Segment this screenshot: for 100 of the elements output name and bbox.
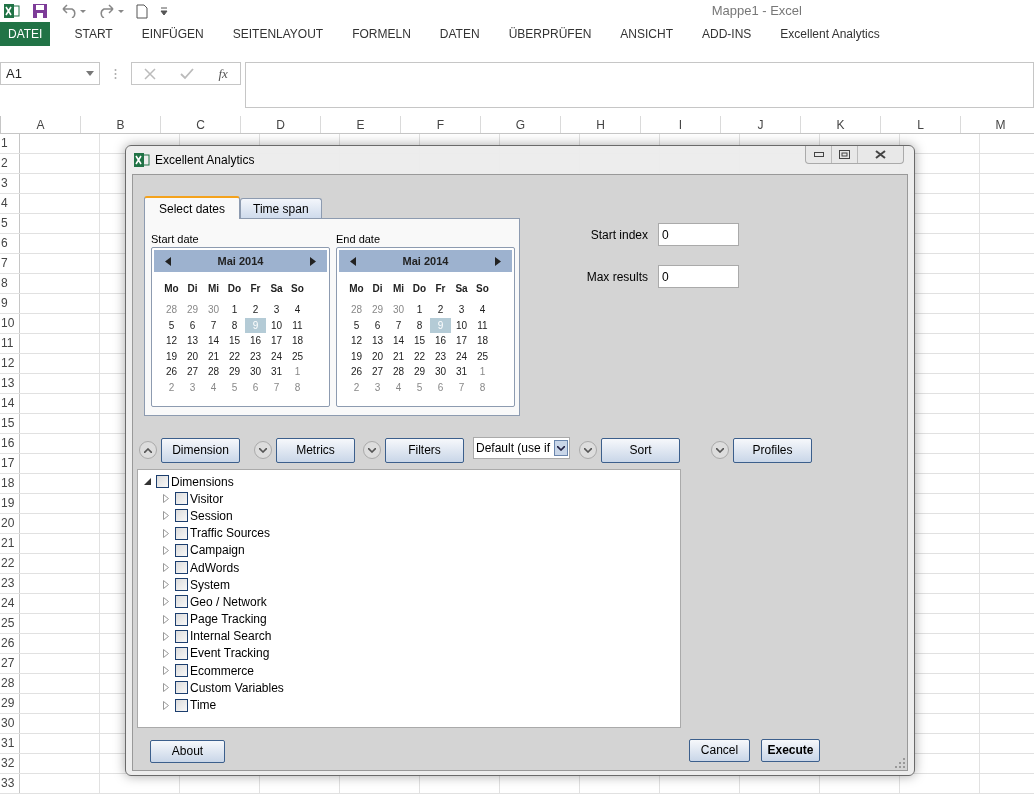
calendar-day[interactable]: 30 xyxy=(388,302,409,318)
calendar-day[interactable]: 22 xyxy=(409,348,430,364)
undo-icon[interactable] xyxy=(60,4,86,18)
formula-input[interactable] xyxy=(245,62,1034,108)
calendar-day[interactable]: 1 xyxy=(224,302,245,318)
calendar-day[interactable]: 6 xyxy=(245,379,266,395)
new-document-icon[interactable] xyxy=(136,3,148,19)
calendar-day[interactable]: 8 xyxy=(287,379,308,395)
calendar-day[interactable]: 16 xyxy=(245,333,266,349)
calendar-day[interactable]: 18 xyxy=(287,333,308,349)
text-field[interactable]: 0 xyxy=(658,265,739,288)
checkbox[interactable] xyxy=(175,646,188,660)
dropdown-icon[interactable] xyxy=(86,71,94,76)
calendar-day[interactable]: 25 xyxy=(287,348,308,364)
row-header[interactable]: 14 xyxy=(0,394,20,413)
ribbon-tab[interactable]: SEITENLAYOUT xyxy=(224,22,332,46)
section-button[interactable]: Profiles xyxy=(733,437,812,463)
calendar-day[interactable]: 13 xyxy=(367,333,388,349)
calendar-day[interactable]: 17 xyxy=(266,333,287,349)
calendar-day[interactable]: 2 xyxy=(161,379,182,395)
calendar-day[interactable]: 18 xyxy=(472,333,493,349)
calendar-day[interactable]: 10 xyxy=(266,317,287,333)
row-header[interactable]: 12 xyxy=(0,354,20,373)
checkbox[interactable] xyxy=(175,561,188,575)
row-header[interactable]: 3 xyxy=(0,174,20,193)
calendar-day[interactable]: 8 xyxy=(409,317,430,333)
column-header[interactable]: B xyxy=(81,116,161,133)
column-header[interactable]: A xyxy=(1,116,81,133)
calendar-day[interactable]: 22 xyxy=(224,348,245,364)
calendar-day[interactable]: 3 xyxy=(182,379,203,395)
calendar-day[interactable]: 7 xyxy=(451,379,472,395)
row-header[interactable]: 30 xyxy=(0,714,20,733)
tree-item-label[interactable]: Geo / Network xyxy=(190,592,267,611)
expand-button[interactable] xyxy=(579,441,597,459)
calendar-day[interactable]: 3 xyxy=(451,302,472,318)
calendar-day[interactable]: 31 xyxy=(266,364,287,380)
checkbox[interactable] xyxy=(175,681,188,695)
row-header[interactable]: 11 xyxy=(0,334,20,353)
checkbox[interactable] xyxy=(175,578,188,592)
calendar-day[interactable]: 31 xyxy=(451,364,472,380)
tree-item-label[interactable]: Visitor xyxy=(190,489,224,508)
calendar-day[interactable]: 2 xyxy=(430,302,451,318)
ribbon-tab[interactable]: DATEN xyxy=(431,22,488,46)
calendar-day[interactable]: 2 xyxy=(346,379,367,395)
ribbon-tab[interactable]: Excellent Analytics xyxy=(772,22,888,46)
row-header[interactable]: 26 xyxy=(0,634,20,653)
calendar-day[interactable]: 5 xyxy=(346,317,367,333)
calendar-day[interactable]: 10 xyxy=(451,317,472,333)
ribbon-tab[interactable]: DATEI xyxy=(0,22,51,46)
section-button[interactable]: Dimension xyxy=(161,437,240,463)
calendar-day[interactable]: 29 xyxy=(367,302,388,318)
calendar-day[interactable]: 11 xyxy=(472,317,493,333)
row-header[interactable]: 29 xyxy=(0,694,20,713)
calendar-day[interactable]: 12 xyxy=(161,333,182,349)
column-header[interactable]: H xyxy=(561,116,641,133)
tree-item-label[interactable]: AdWords xyxy=(190,558,240,577)
calendar-day[interactable]: 28 xyxy=(388,364,409,380)
row-header[interactable]: 22 xyxy=(0,554,20,573)
calendar-day[interactable]: 28 xyxy=(203,364,224,380)
calendar-day[interactable]: 28 xyxy=(346,302,367,318)
calendar-day[interactable]: 3 xyxy=(266,302,287,318)
tree-item-label[interactable]: Event Tracking xyxy=(190,644,270,663)
checkbox[interactable] xyxy=(175,595,188,609)
calendar-day[interactable]: 30 xyxy=(430,364,451,380)
row-header[interactable]: 18 xyxy=(0,474,20,493)
row-header[interactable]: 10 xyxy=(0,314,20,333)
row-header[interactable]: 2 xyxy=(0,154,20,173)
row-header[interactable]: 6 xyxy=(0,234,20,253)
calendar-day[interactable]: 4 xyxy=(472,302,493,318)
save-icon[interactable] xyxy=(32,3,48,19)
resize-grip-icon[interactable] xyxy=(895,758,905,768)
text-field[interactable]: 0 xyxy=(658,223,739,246)
checkbox[interactable] xyxy=(175,492,188,506)
calendar-day[interactable]: 29 xyxy=(182,302,203,318)
row-header[interactable]: 25 xyxy=(0,614,20,633)
row-header[interactable]: 9 xyxy=(0,294,20,313)
expand-button[interactable] xyxy=(711,441,729,459)
row-header[interactable]: 4 xyxy=(0,194,20,213)
calendar-day[interactable]: 4 xyxy=(203,379,224,395)
calendar-day[interactable]: 28 xyxy=(161,302,182,318)
date-tab[interactable]: Time span xyxy=(240,198,322,218)
expand-button[interactable] xyxy=(363,441,381,459)
redo-icon[interactable] xyxy=(98,4,124,18)
calendar-day[interactable]: 24 xyxy=(451,348,472,364)
tree-item-label[interactable]: Dimensions xyxy=(171,472,234,491)
calendar-day[interactable]: 23 xyxy=(245,348,266,364)
calendar-day[interactable]: 11 xyxy=(287,317,308,333)
calendar-day[interactable]: 14 xyxy=(388,333,409,349)
calendar-day[interactable]: 15 xyxy=(409,333,430,349)
calendar-day[interactable]: 3 xyxy=(367,379,388,395)
check-icon[interactable] xyxy=(180,67,195,80)
calendar-day[interactable]: 4 xyxy=(388,379,409,395)
date-tab[interactable]: Select dates xyxy=(144,196,241,219)
calendar-day[interactable]: 24 xyxy=(266,348,287,364)
calendar-day[interactable]: 12 xyxy=(346,333,367,349)
checkbox[interactable] xyxy=(175,612,188,626)
tree-item-label[interactable]: Traffic Sources xyxy=(190,524,271,543)
ribbon-tab[interactable]: FORMELN xyxy=(344,22,419,46)
calendar-day[interactable]: 2 xyxy=(245,302,266,318)
checkbox[interactable] xyxy=(175,509,188,523)
